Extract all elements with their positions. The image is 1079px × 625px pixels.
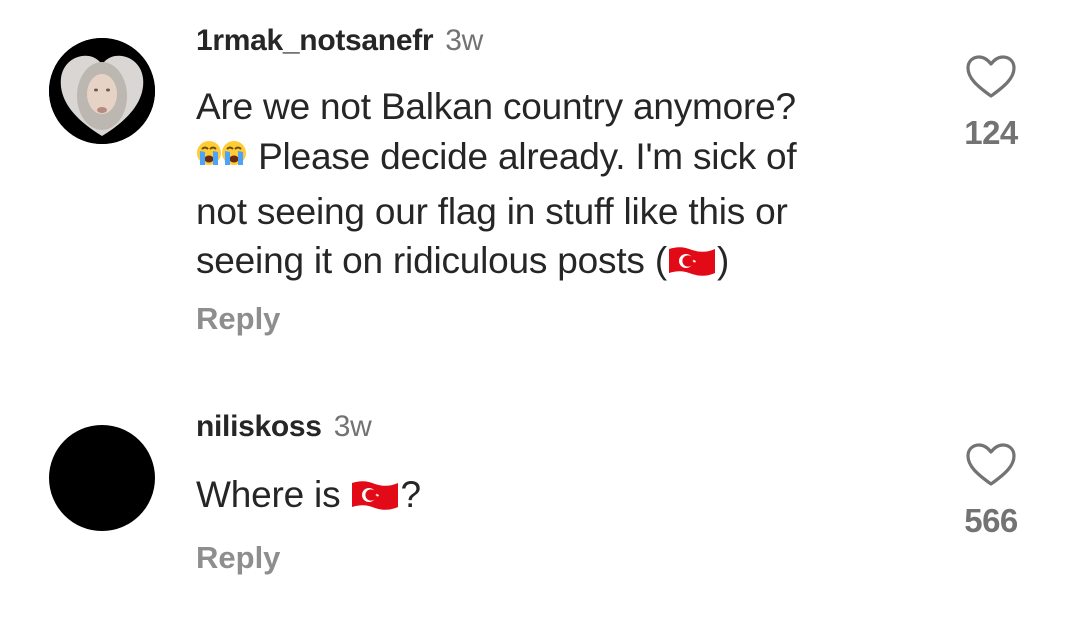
comment-text-line: seeing it on ridiculous posts ( [196,240,667,281]
turkey-flag-icon [350,474,400,523]
comment-text-line: ? [400,474,421,515]
reply-button[interactable]: Reply [196,540,280,576]
comment-text-line: Are we not Balkan country anymore? [196,86,796,127]
turkey-flag-icon [667,240,717,289]
comment-text-line: ) [716,240,730,281]
comment-timestamp: 3w [333,410,372,443]
comment-username[interactable]: 1rmak_notsanefr 3w [196,24,483,58]
comment-text: Where is ? [196,470,936,523]
avatar-photo [49,38,155,144]
username-text[interactable]: niliskoss [196,410,322,443]
comment-text-line: Please decide already. I'm sick of [248,136,797,177]
comment-text: Are we not Balkan country anymore? Pleas… [196,82,936,289]
reply-button[interactable]: Reply [196,301,280,337]
avatar[interactable] [49,425,155,531]
loudly-crying-face-icon [196,131,248,187]
comment-username[interactable]: niliskoss 3w [196,410,372,444]
comment-text-line: Where is [196,474,351,515]
like-button[interactable]: 566 [960,442,1022,540]
heart-outline-icon[interactable] [965,54,1017,100]
like-button[interactable]: 124 [960,54,1022,152]
comment-text-line: not seeing our flag in stuff like this o… [196,191,788,232]
like-count: 124 [964,114,1018,151]
comment-item: 1rmak_notsanefr 3w Are we not Balkan coun… [0,0,1079,380]
comment-item: niliskoss 3w Where is ? Reply 566 [0,380,1079,625]
comment-timestamp: 3w [445,24,484,57]
heart-outline-icon[interactable] [965,442,1017,488]
like-count: 566 [964,502,1018,539]
avatar[interactable] [49,38,155,144]
username-text[interactable]: 1rmak_notsanefr [196,24,434,57]
